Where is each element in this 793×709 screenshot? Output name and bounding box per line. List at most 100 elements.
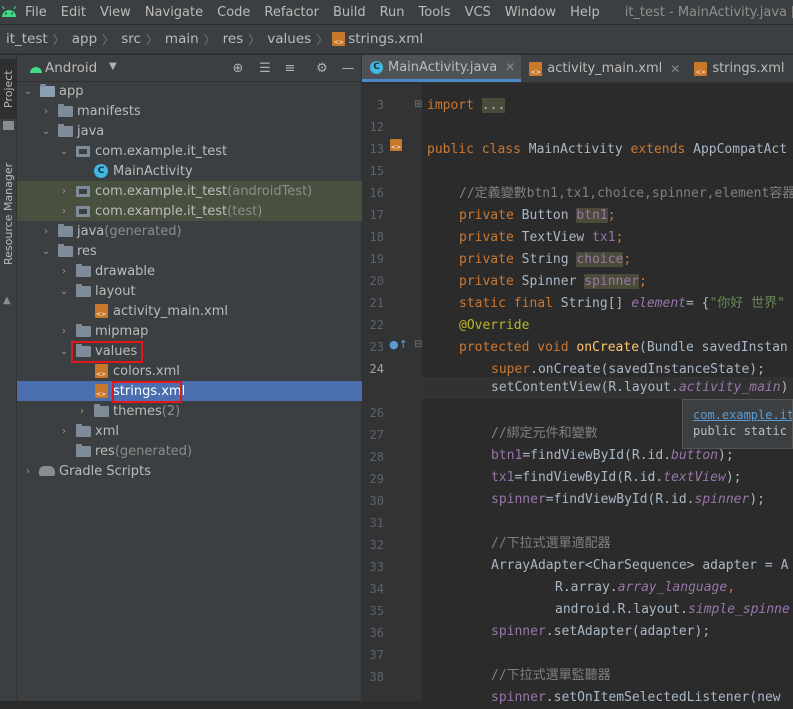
tree-item-layout[interactable]: ⌄layout [17,281,362,301]
tree-item-res[interactable]: ⌄res [17,241,362,261]
close-icon[interactable]: ✕ [505,60,515,74]
tree-item-app[interactable]: ⌄app [17,81,362,101]
code-line[interactable]: spinner.setOnItemSelectedListener(new [491,687,788,709]
expand-all-icon[interactable]: ☰ [256,59,274,77]
chevron-down-icon[interactable]: ▼ [109,61,117,72]
tree-item-package-androidtest[interactable]: ›com.example.it_test (androidTest) [17,181,362,201]
tool-tab-resource-manager[interactable]: Resource Manager [0,139,17,289]
code-line[interactable]: R.array.array_language, [555,577,735,599]
chevron-down-icon[interactable]: ⌄ [21,86,35,97]
code-line[interactable]: android.R.layout.simple_spinne [555,599,790,621]
folder-icon [57,124,73,138]
breadcrumb-values[interactable]: values [261,31,315,47]
tab-strings-xml[interactable]: <> strings.xml ✕ [686,55,793,82]
breadcrumb-main[interactable]: main [159,31,203,47]
layout-file-gutter-icon[interactable]: <> [390,139,402,151]
chevron-right-icon[interactable]: › [21,466,35,477]
tree-item-java-generated[interactable]: ›java (generated) [17,221,362,241]
menu-run[interactable]: Run [373,5,412,20]
chevron-right-icon[interactable]: › [39,226,53,237]
code-token: array_language [618,580,728,595]
tree-item-colors-xml[interactable]: <>colors.xml [17,361,362,381]
code-line[interactable]: ArrayAdapter<CharSequence> adapter = A [491,555,788,577]
menu-window[interactable]: Window [498,5,563,20]
tab-activity-main-xml[interactable]: <> activity_main.xml ✕ [521,55,686,82]
tree-item-mainactivity[interactable]: CMainActivity [17,161,362,181]
code-comment[interactable]: //下拉式選單監聽器 [491,665,611,687]
breadcrumb-project[interactable]: it_test [0,31,52,47]
fold-icon[interactable]: ⊟ [414,339,422,350]
breadcrumb-app[interactable]: app [66,31,101,47]
chevron-down-icon[interactable]: ⌄ [39,246,53,257]
menu-vcs[interactable]: VCS [458,5,498,20]
code-line[interactable]: import ... [427,95,505,117]
menu-refactor[interactable]: Refactor [257,5,326,20]
chevron-right-icon[interactable]: › [75,406,89,417]
close-icon[interactable]: ✕ [670,62,680,76]
collapse-all-icon[interactable]: ≡ [281,59,299,77]
tree-item-mipmap[interactable]: ›mipmap [17,321,362,341]
code-token: import [427,98,482,113]
chevron-right-icon[interactable]: › [57,186,71,197]
code-line[interactable]: static final String[] element= {"你好 世界" [459,293,785,315]
breadcrumb-res[interactable]: res [217,31,248,47]
tree-item-gradle-scripts[interactable]: ›Gradle Scripts [17,461,362,481]
code-line[interactable]: private String choice; [459,249,631,271]
tab-mainactivity-java[interactable]: C MainActivity.java ✕ [362,55,521,82]
code-line[interactable]: protected void onCreate(Bundle savedInst… [459,337,788,359]
menu-navigate[interactable]: Navigate [138,5,210,20]
tree-item-drawable[interactable]: ›drawable [17,261,362,281]
tree-item-strings-xml[interactable]: <>strings.xml [17,381,362,401]
menu-build[interactable]: Build [326,5,373,20]
menu-tools[interactable]: Tools [412,5,458,20]
tree-item-xml[interactable]: ›xml [17,421,362,441]
tree-item-java[interactable]: ⌄java [17,121,362,141]
code-token: AppCompatAct [693,142,787,157]
gear-icon[interactable]: ⚙ [313,59,331,77]
code-line[interactable]: spinner=findViewById(R.id.spinner); [491,489,765,511]
hide-panel-icon[interactable]: — [339,59,357,77]
tree-item-activity-main-xml[interactable]: <>activity_main.xml [17,301,362,321]
code-line[interactable]: private Button btn1; [459,205,616,227]
menu-view[interactable]: View [93,5,138,20]
chevron-down-icon[interactable]: ⌄ [57,346,71,357]
menu-file[interactable]: File [18,5,54,20]
code-line[interactable]: setContentView(R.layout.activity_main) [491,377,788,399]
chevron-down-icon[interactable]: ⌄ [57,146,71,157]
tree-item-res-generated[interactable]: res (generated) [17,441,362,461]
chevron-right-icon[interactable]: › [39,106,53,117]
menu-code[interactable]: Code [210,5,257,20]
chevron-right-icon[interactable]: › [57,426,71,437]
chevron-right-icon[interactable]: › [57,266,71,277]
breadcrumb-strings-xml[interactable]: strings.xml [348,31,427,47]
tree-item-themes[interactable]: ›themes (2) [17,401,362,421]
code-line[interactable]: private TextView tx1; [459,227,623,249]
code-line[interactable]: tx1=findViewById(R.id.textView); [491,467,741,489]
code-line[interactable]: public class MainActivity extends AppCom… [427,139,787,161]
code-comment[interactable]: //綁定元件和變數 [491,423,598,445]
tree-item-package[interactable]: ⌄com.example.it_test [17,141,362,161]
code-annotation[interactable]: @Override [459,315,529,337]
tool-tab-project[interactable]: Project [0,59,17,119]
project-view-select[interactable]: Android [45,60,97,76]
chevron-down-icon[interactable]: ⌄ [57,286,71,297]
tree-item-package-test[interactable]: ›com.example.it_test (test) [17,201,362,221]
menu-help[interactable]: Help [563,5,607,20]
breadcrumb-src[interactable]: src [115,31,145,47]
tree-item-values[interactable]: ⌄values [17,341,362,361]
fold-icon[interactable]: ⊞ [414,99,422,110]
override-gutter-icon[interactable]: ●↑ [389,338,408,351]
code-comment[interactable]: //定義變數btn1,tx1,choice,spinner,element容器 [459,183,793,205]
locate-target-icon[interactable]: ⊕ [229,59,247,77]
tree-item-manifests[interactable]: ›manifests [17,101,362,121]
chevron-right-icon[interactable]: › [57,206,71,217]
code-line[interactable]: private Spinner spinner; [459,271,647,293]
chevron-down-icon[interactable]: ⌄ [39,126,53,137]
code-token: spinner [491,690,546,705]
chevron-right-icon[interactable]: › [57,326,71,337]
tree-item-label: com.example.it_test [95,184,227,199]
code-comment[interactable]: //下拉式選單適配器 [491,533,611,555]
tooltip-link[interactable]: com.example.it_ [693,408,792,422]
code-line[interactable]: spinner.setAdapter(adapter); [491,621,710,643]
menu-edit[interactable]: Edit [54,5,93,20]
